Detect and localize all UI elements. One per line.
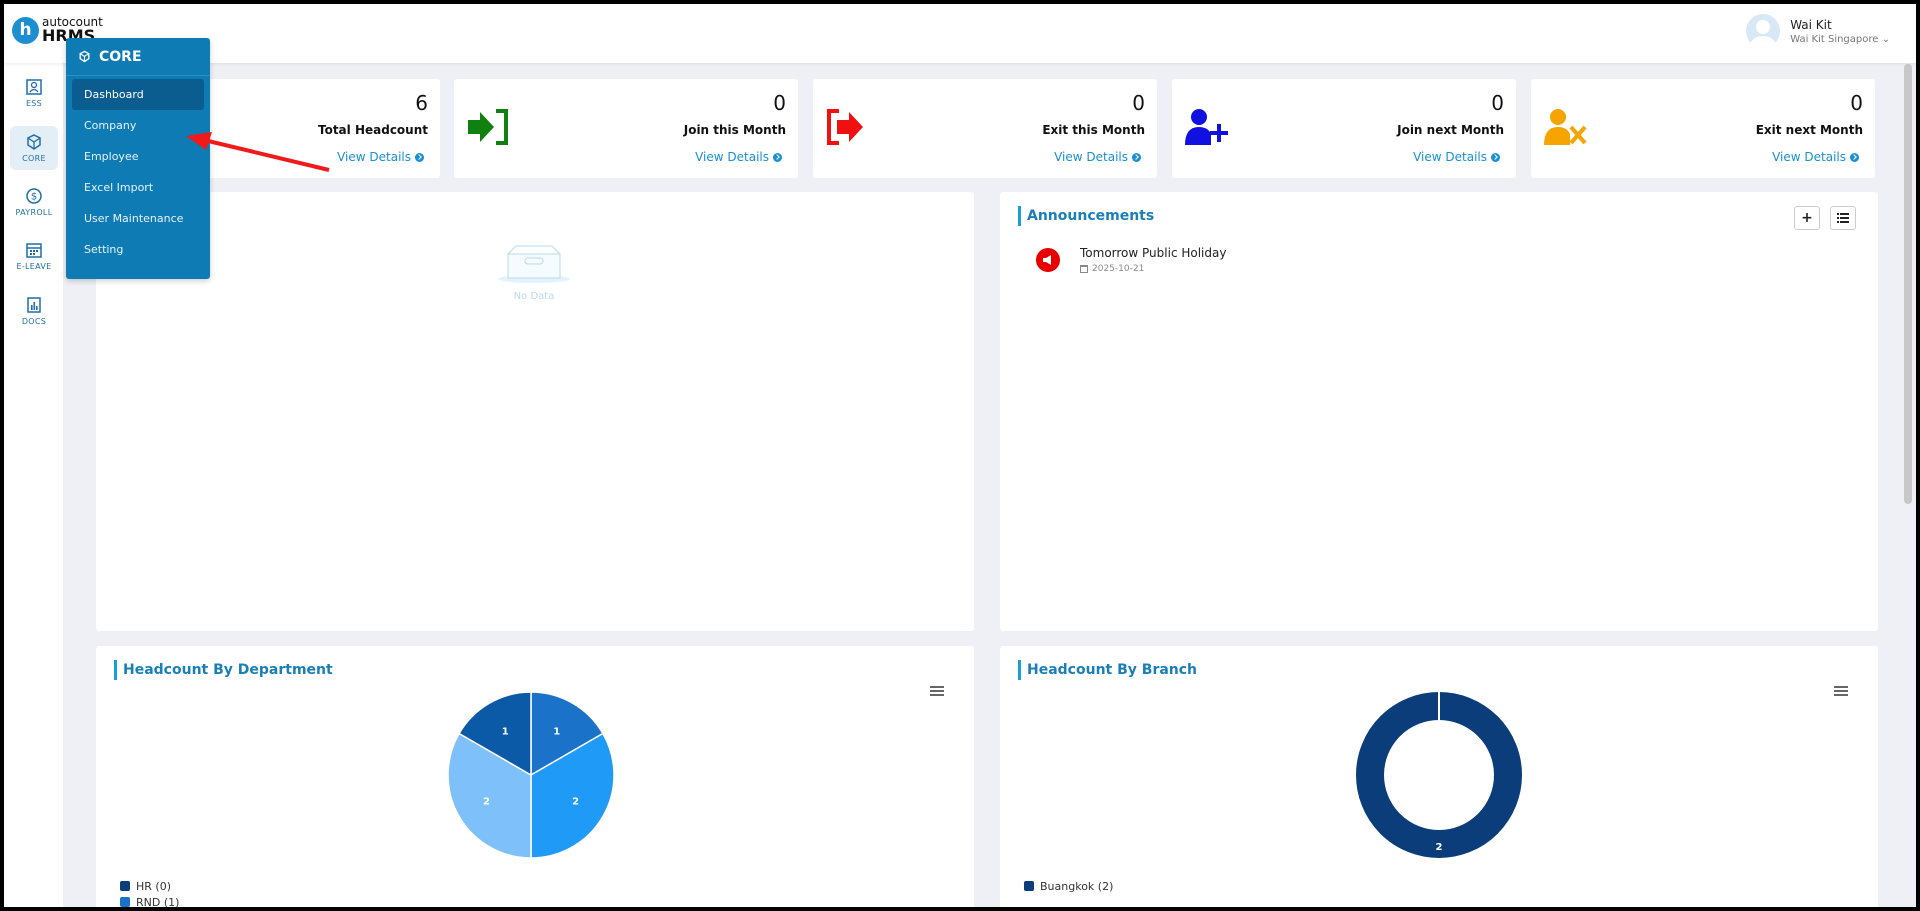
chart-doc-icon: [27, 297, 41, 313]
user-menu[interactable]: Wai Kit Wai Kit Singapore ⌄: [1746, 14, 1890, 48]
pie-data-label: 2: [483, 797, 490, 808]
branch-legend: Buangkok (2): [1024, 878, 1113, 894]
annotation-arrow: [186, 132, 330, 172]
legend-item[interactable]: Buangkok (2): [1024, 878, 1113, 894]
legend-item[interactable]: HR (0): [120, 878, 179, 894]
stat-card-join-next-month: 0 Join next Month View Details: [1172, 79, 1516, 178]
department-legend: HR (0) RND (1): [120, 878, 179, 907]
pie-data-label: 1: [553, 726, 560, 737]
chart-menu-button[interactable]: [930, 686, 944, 696]
side-nav: ESS CORE $ PAYROLL E-LEAVE DOCS: [4, 63, 63, 907]
stat-label: Exit next Month: [1755, 123, 1863, 137]
legend-swatch: [1024, 881, 1034, 891]
department-pie-chart: 1 2 2 1: [447, 691, 615, 859]
stat-value: 0: [1132, 91, 1145, 115]
chevron-right-circle-icon: [415, 152, 424, 162]
panel-title: Headcount By Branch: [1018, 660, 1197, 680]
chevron-right-circle-icon: [1491, 152, 1500, 162]
stat-label: Join next Month: [1397, 123, 1504, 137]
chevron-right-circle-icon: [773, 152, 782, 162]
sign-out-icon: [827, 109, 863, 145]
legend-swatch: [120, 881, 130, 891]
branch-donut-chart: 2: [1356, 692, 1522, 858]
birthday-panel: onth No Data: [96, 192, 974, 631]
app-frame: h autocount HRMS Wai Kit Wai Kit Singapo…: [0, 0, 1920, 911]
sidebar-item-label: DOCS: [21, 317, 47, 326]
view-details-link[interactable]: View Details: [1772, 150, 1859, 164]
chevron-right-circle-icon: [1850, 152, 1859, 162]
pie-data-label: 2: [572, 797, 579, 808]
panel-title: Announcements: [1018, 206, 1154, 226]
view-details-link[interactable]: View Details: [1413, 150, 1500, 164]
view-details-link[interactable]: View Details: [695, 150, 782, 164]
stat-label: Join this Month: [683, 123, 786, 137]
stat-card-exit-next-month: 0 Exit next Month View Details: [1531, 79, 1875, 178]
sidebar-item-payroll[interactable]: $ PAYROLL: [10, 180, 58, 224]
avatar: [1746, 14, 1781, 48]
calendar-icon: [1080, 265, 1088, 273]
cube-icon: [27, 134, 41, 150]
cube-icon: [79, 50, 90, 63]
user-name: Wai Kit: [1790, 17, 1832, 32]
menu-item-user-maintenance[interactable]: User Maintenance: [72, 203, 204, 234]
stat-card-join-this-month: 0 Join this Month View Details: [454, 79, 798, 178]
sidebar-item-label: E-LEAVE: [16, 262, 52, 271]
svg-text:$: $: [31, 192, 37, 203]
empty-box-icon: [498, 245, 570, 283]
pie-data-label: 1: [502, 726, 509, 737]
view-details-link[interactable]: View Details: [1054, 150, 1141, 164]
dollar-icon: $: [26, 188, 42, 204]
list-icon: [1837, 213, 1849, 223]
empty-state-text: No Data: [513, 291, 555, 302]
logo-mark: h: [12, 16, 39, 44]
stat-label: Total Headcount: [317, 123, 428, 137]
user-company: Wai Kit Singapore ⌄: [1790, 33, 1890, 45]
legend-item[interactable]: RND (1): [120, 894, 179, 907]
user-plus-icon: [1185, 109, 1228, 145]
chevron-down-icon: ⌄: [1881, 33, 1890, 45]
user-times-icon: [1544, 109, 1587, 145]
sidebar-item-eleave[interactable]: E-LEAVE: [10, 234, 58, 278]
announcements-panel: Announcements + Tomorrow Public Holiday …: [1000, 192, 1878, 631]
headcount-by-department-panel: Headcount By Department 1 2 2 1 HR (0) RND …: [96, 646, 974, 907]
list-view-button[interactable]: [1830, 206, 1856, 230]
page-scrollbar[interactable]: [1904, 64, 1912, 504]
announcement-item[interactable]: Tomorrow Public Holiday 2025-10-21: [1036, 246, 1226, 274]
add-announcement-button[interactable]: +: [1794, 206, 1820, 230]
pie-data-label: 2: [1436, 842, 1443, 853]
sidebar-item-docs[interactable]: DOCS: [10, 289, 58, 333]
panel-title: Headcount By Department: [114, 660, 333, 680]
sidebar-item-ess[interactable]: ESS: [10, 71, 58, 115]
person-card-icon: [26, 79, 42, 95]
view-details-link[interactable]: View Details: [337, 150, 424, 164]
stat-value: 0: [1850, 91, 1863, 115]
core-menu-title: CORE: [99, 48, 142, 65]
stat-label: Exit this Month: [1042, 123, 1145, 137]
chevron-right-circle-icon: [1132, 152, 1141, 162]
top-bar: h autocount HRMS Wai Kit Wai Kit Singapo…: [4, 4, 1916, 63]
headcount-by-branch-panel: Headcount By Branch 2 Buangkok (2): [1000, 646, 1878, 907]
chart-menu-button[interactable]: [1834, 686, 1848, 696]
stat-value: 0: [773, 91, 786, 115]
announcement-title: Tomorrow Public Holiday: [1080, 246, 1227, 260]
sidebar-item-label: CORE: [22, 154, 46, 163]
menu-item-dashboard[interactable]: Dashboard: [72, 79, 204, 110]
megaphone-icon: [1036, 248, 1060, 272]
sidebar-item-label: PAYROLL: [15, 208, 53, 217]
pie-slice[interactable]: [1356, 692, 1522, 858]
calendar-icon: [26, 243, 42, 258]
sidebar-item-core[interactable]: CORE: [10, 126, 58, 170]
announcement-date: 2025-10-21: [1080, 264, 1226, 274]
legend-swatch: [120, 897, 130, 907]
stat-value: 0: [1491, 91, 1504, 115]
menu-item-setting[interactable]: Setting: [72, 234, 204, 265]
core-menu-header: CORE: [66, 38, 210, 76]
sign-in-icon: [468, 109, 508, 145]
stat-card-exit-this-month: 0 Exit this Month View Details: [813, 79, 1157, 178]
sidebar-item-label: ESS: [25, 99, 43, 108]
stat-value: 6: [415, 91, 428, 115]
